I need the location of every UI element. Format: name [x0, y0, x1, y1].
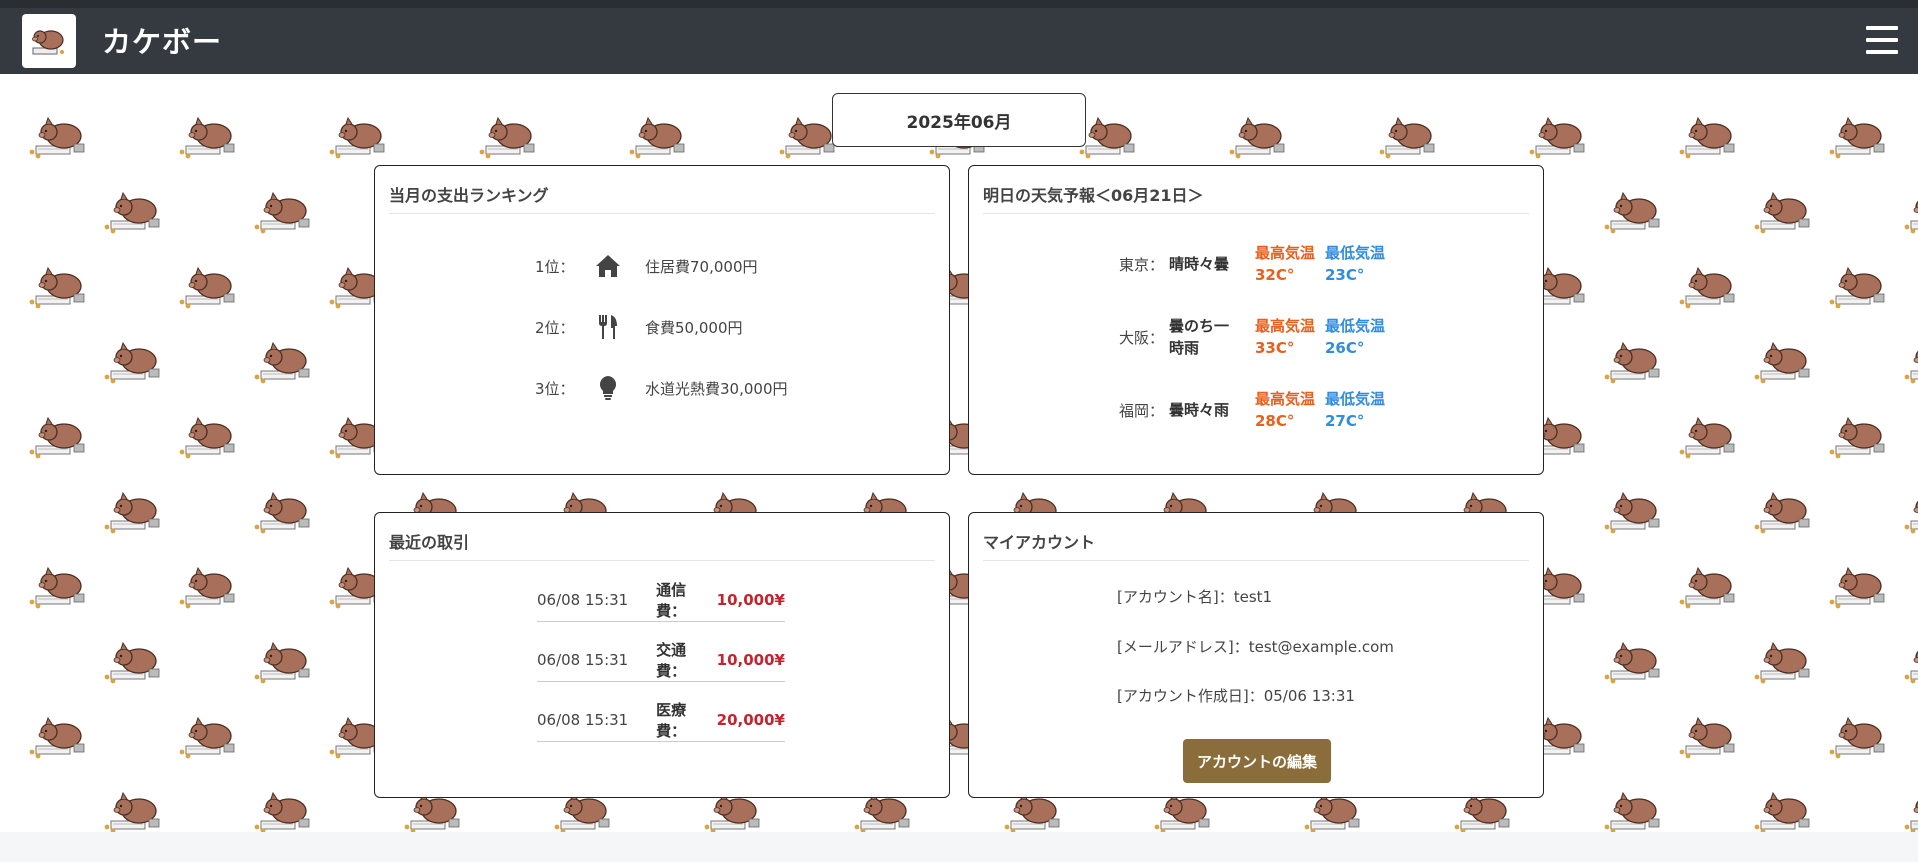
low-label: 最低気温	[1325, 317, 1386, 335]
account-email: [メールアドレス]：test@example.com	[1117, 638, 1394, 656]
boar-background-pattern	[28, 117, 1918, 832]
ranking-item: 2位： 食費50,000円	[535, 312, 743, 342]
menu-bar-2	[1866, 38, 1898, 42]
high-temp: 最高気温 33C°	[1255, 315, 1325, 359]
high-value: 28C°	[1255, 412, 1295, 430]
card-title: 当月の支出ランキング	[389, 182, 935, 214]
high-value: 33C°	[1255, 339, 1295, 357]
transaction-row[interactable]: 06/08 15:31 通信費： 10,000¥	[537, 578, 785, 622]
footer	[0, 832, 1918, 862]
transaction-row[interactable]: 06/08 15:31 医療費： 20,000¥	[537, 698, 785, 742]
app-logo[interactable]	[22, 14, 76, 68]
weather-row-tokyo: 東京： 晴時々曇 最高気温 32C° 最低気温 23C°	[1119, 241, 1395, 287]
weather-condition: 晴時々曇	[1169, 253, 1255, 275]
condition-line: 時雨	[1169, 339, 1200, 357]
weather-condition: 曇時々雨	[1169, 399, 1255, 421]
transaction-amount: 10,000¥	[716, 590, 785, 609]
rank-text: 食費50,000円	[645, 318, 743, 337]
low-temp: 最低気温 27C°	[1325, 388, 1395, 432]
high-temp: 最高気温 32C°	[1255, 242, 1325, 286]
expense-ranking-card: 当月の支出ランキング 1位： 住居費70,000円 2位： 食費50,000円 …	[374, 165, 950, 475]
app-brand[interactable]: カケボー	[102, 22, 222, 62]
low-temp: 最低気温 23C°	[1325, 242, 1395, 286]
recent-transactions-card: 最近の取引 06/08 15:31 通信費： 10,000¥ 06/08 15:…	[374, 512, 950, 798]
low-value: 23C°	[1325, 266, 1365, 284]
home-icon	[583, 251, 633, 281]
low-temp: 最低気温 26C°	[1325, 315, 1395, 359]
ranking-item: 1位： 住居費70,000円	[535, 251, 758, 281]
weather-row-fukuoka: 福岡： 曇時々雨 最高気温 28C° 最低気温 27C°	[1119, 387, 1395, 433]
edit-account-button[interactable]: アカウントの編集	[1183, 739, 1331, 783]
city-name: 福岡：	[1119, 401, 1165, 420]
card-title: 明日の天気予報＜06月21日＞	[983, 182, 1529, 214]
transaction-category: 医療費：	[656, 700, 687, 740]
weather-forecast-card: 明日の天気予報＜06月21日＞ 東京： 晴時々曇 最高気温 32C° 最低気温 23…	[968, 165, 1544, 475]
menu-bar-3	[1866, 50, 1898, 54]
low-label: 最低気温	[1325, 390, 1386, 408]
rank-text: 住居費70,000円	[645, 257, 758, 276]
boar-mascot-icon	[32, 30, 64, 55]
transaction-datetime: 06/08 15:31	[537, 710, 629, 729]
rank-position: 2位：	[535, 318, 575, 337]
ranking-item: 3位： 水道光熱費30,000円	[535, 373, 788, 403]
high-label: 最高気温	[1255, 317, 1316, 335]
low-value: 27C°	[1325, 412, 1365, 430]
transaction-datetime: 06/08 15:31	[537, 590, 629, 609]
month-selector[interactable]: 2025年06月	[832, 93, 1086, 147]
rank-position: 1位：	[535, 257, 575, 276]
card-title: マイアカウント	[983, 529, 1529, 561]
menu-bar-1	[1866, 26, 1898, 30]
window-top-strip	[0, 0, 1918, 8]
low-value: 26C°	[1325, 339, 1365, 357]
my-account-card: マイアカウント [アカウント名]：test1 [メールアドレス]：test@ex…	[968, 512, 1544, 798]
high-value: 32C°	[1255, 266, 1295, 284]
rank-position: 3位：	[535, 379, 575, 398]
city-name: 東京：	[1119, 255, 1165, 274]
transaction-category: 通信費：	[656, 580, 687, 620]
high-label: 最高気温	[1255, 390, 1316, 408]
city-name: 大阪：	[1119, 328, 1165, 347]
transaction-amount: 20,000¥	[716, 710, 785, 729]
utensils-icon	[583, 312, 633, 342]
transaction-category: 交通費：	[656, 640, 687, 680]
transaction-row[interactable]: 06/08 15:31 交通費： 10,000¥	[537, 638, 785, 682]
account-name: [アカウント名]：test1	[1117, 588, 1273, 606]
condition-line: 曇のち一	[1169, 317, 1230, 335]
navbar: カケボー	[0, 8, 1918, 74]
condition-line: 晴時々曇	[1169, 255, 1230, 273]
menu-icon[interactable]	[1866, 26, 1898, 54]
low-label: 最低気温	[1325, 244, 1386, 262]
rank-text: 水道光熱費30,000円	[645, 379, 788, 398]
lightbulb-icon	[583, 373, 633, 403]
card-title: 最近の取引	[389, 529, 935, 561]
transaction-datetime: 06/08 15:31	[537, 650, 629, 669]
transaction-amount: 10,000¥	[716, 650, 785, 669]
weather-condition: 曇のち一 時雨	[1169, 315, 1255, 359]
high-temp: 最高気温 28C°	[1255, 388, 1325, 432]
high-label: 最高気温	[1255, 244, 1316, 262]
condition-line: 曇時々雨	[1169, 401, 1230, 419]
account-created-date: [アカウント作成日]：05/06 13:31	[1117, 687, 1355, 705]
main-content: 2025年06月 当月の支出ランキング 1位： 住居費70,000円 2位： 食…	[0, 74, 1918, 832]
weather-row-osaka: 大阪： 曇のち一時雨 最高気温 33C° 最低気温 26C°	[1119, 314, 1395, 360]
